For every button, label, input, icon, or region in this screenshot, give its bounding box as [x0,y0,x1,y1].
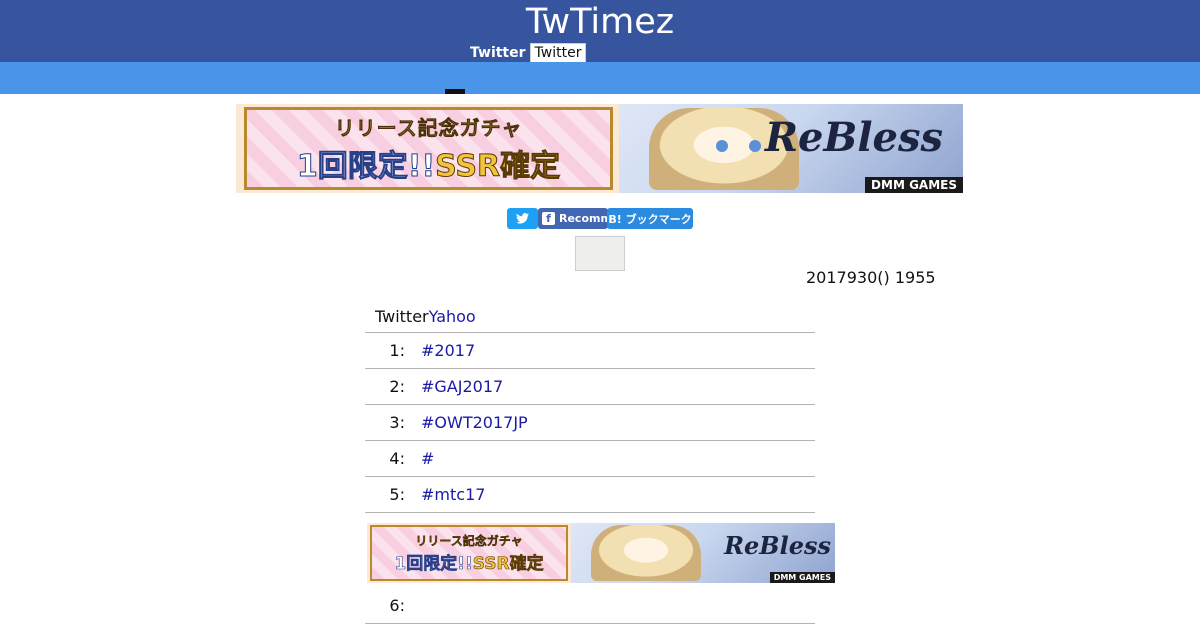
nav-bar [0,62,1200,94]
trend-rank: 5: [389,485,405,504]
site-title[interactable]: TwTimez [0,2,1200,42]
banner-publisher-logo: DMM GAMES [865,177,963,193]
header-subline: Twitter Twitter [470,43,587,63]
trend-rank: 1: [389,341,405,360]
inline-banner-ad[interactable]: リリース記念ガチャ 1回限定!!SSR確定 ReBless DMM GAMES [367,523,835,583]
inline-banner-limited-text: 1回限定!!SSR確定 [394,554,544,575]
trend-row: 5: #mtc17 [365,477,815,513]
inline-banner-character-image [591,525,701,581]
banner-limited-text: 1回限定!!SSR確定 [296,149,561,185]
trend-row: 2: #GAJ2017 [365,369,815,405]
banner-art-panel: ReBless DMM GAMES [619,104,963,193]
banner-game-logo: ReBless [764,114,943,161]
share-buttons: f Recommend B! ブックマーク [507,208,693,229]
nav-active-indicator [445,89,465,94]
banner-gacha-text: リリース記念ガチャ [334,116,523,141]
trend-row: 1: #2017 [365,333,815,369]
trend-rank: 6: [389,596,405,615]
trend-rank: 3: [389,413,405,432]
hatena-bookmark-button[interactable]: B! ブックマーク [607,208,693,229]
trend-link[interactable]: #2017 [421,341,475,360]
facebook-recommend-button[interactable]: f Recommend [538,208,608,229]
inline-banner-promo-panel: リリース記念ガチャ 1回限定!!SSR確定 [367,523,571,583]
banner-promo-panel: リリース記念ガチャ 1回限定!!SSR確定 [236,104,619,193]
trend-rank: 2: [389,377,405,396]
trend-list-header: TwitterYahoo [365,300,815,333]
inline-banner-gacha-text: リリース記念ガチャ [415,534,523,548]
trend-row: 6: [365,588,815,624]
trend-link[interactable]: #OWT2017JP [421,413,528,432]
update-timestamp: 2017930() 1955 [806,268,936,287]
inline-banner-publisher-logo: DMM GAMES [769,572,835,583]
embed-placeholder [575,236,625,271]
facebook-recommend-label: Recommend [559,212,608,225]
trend-row: 4: # [365,441,815,477]
trend-link[interactable]: #GAJ2017 [421,377,503,396]
trend-link[interactable]: # [421,449,434,468]
site-header: TwTimez Twitter Twitter [0,0,1200,63]
twitter-share-button[interactable] [507,208,538,229]
trend-list: TwitterYahoo 1: #2017 2: #GAJ2017 3: #OW… [365,300,835,624]
facebook-icon: f [542,212,555,225]
inline-banner-game-logo: ReBless [724,531,831,560]
trend-row: 3: #OWT2017JP [365,405,815,441]
inline-banner-art-panel: ReBless DMM GAMES [571,523,835,583]
trend-link[interactable]: #mtc17 [421,485,485,504]
twitter-bird-icon [516,213,529,224]
twitter-label: Twitter [470,45,526,61]
yahoo-link[interactable]: Yahoo [429,307,476,326]
twitter-link-box[interactable]: Twitter [529,43,587,63]
trend-rank: 4: [389,449,405,468]
top-banner-ad[interactable]: リリース記念ガチャ 1回限定!!SSR確定 ReBless DMM GAMES [236,104,963,193]
